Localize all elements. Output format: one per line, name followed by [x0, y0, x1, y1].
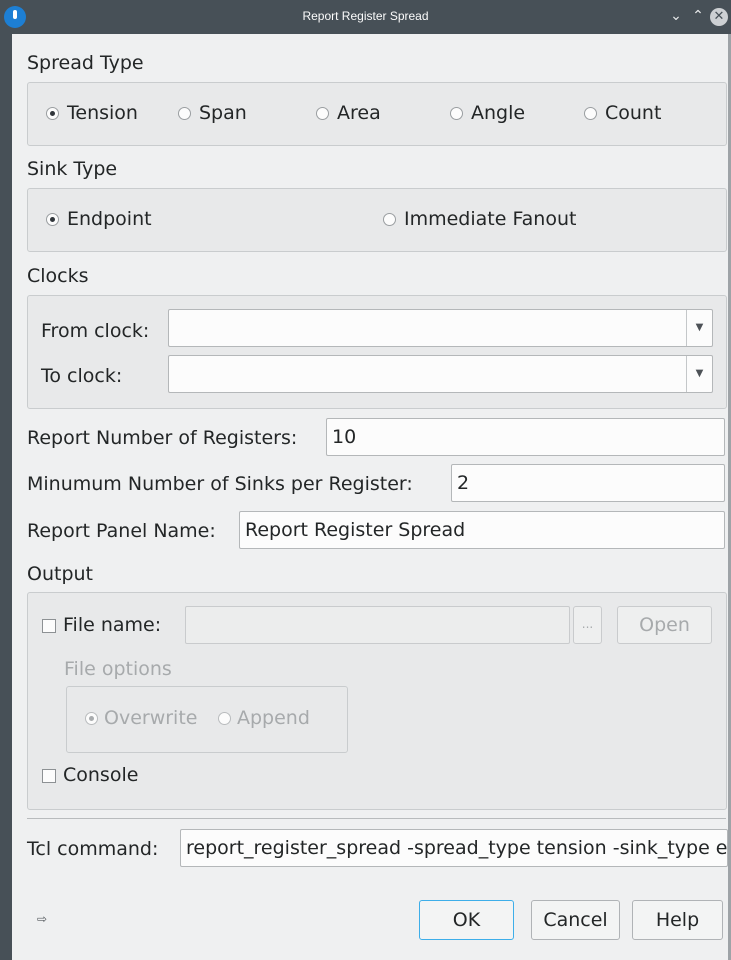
panel-name-input[interactable]: Report Register Spread [239, 511, 725, 549]
spread-type-heading: Spread Type [27, 52, 144, 74]
open-button[interactable]: Open [617, 606, 712, 644]
sink-type-heading: Sink Type [27, 158, 118, 180]
panel-name-label: Report Panel Name: [27, 520, 216, 542]
radio-endpoint[interactable] [46, 213, 59, 226]
report-number-input[interactable]: 10 [326, 418, 725, 456]
radio-append-label[interactable]: Append [237, 707, 310, 729]
output-heading: Output [27, 563, 93, 585]
radio-angle[interactable] [450, 107, 463, 120]
title-bar: Report Register Spread ⌄ ⌃ ✕ [0, 0, 731, 34]
clocks-group: From clock: ▼ To clock: ▼ [27, 295, 727, 409]
output-group: File name: ... Open File options Overwri… [27, 592, 727, 810]
radio-angle-label[interactable]: Angle [471, 102, 525, 124]
tcl-command-input[interactable]: report_register_spread -spread_type tens… [180, 829, 728, 867]
radio-immediate-fanout-label[interactable]: Immediate Fanout [404, 208, 576, 230]
cancel-button[interactable]: Cancel [531, 900, 620, 940]
to-clock-combo[interactable]: ▼ [168, 355, 713, 393]
file-name-label[interactable]: File name: [63, 614, 161, 636]
radio-area[interactable] [316, 107, 329, 120]
radio-overwrite[interactable] [85, 712, 98, 725]
console-checkbox[interactable] [42, 769, 56, 783]
file-name-input[interactable] [185, 606, 570, 644]
radio-count-label[interactable]: Count [605, 102, 661, 124]
radio-count[interactable] [584, 107, 597, 120]
from-clock-combo[interactable]: ▼ [168, 309, 713, 347]
sink-type-group: Endpoint Immediate Fanout [27, 188, 727, 252]
close-icon[interactable]: ✕ [710, 8, 728, 26]
browse-button[interactable]: ... [573, 606, 602, 644]
chevron-down-icon[interactable]: ▼ [686, 356, 712, 392]
clocks-heading: Clocks [27, 265, 89, 287]
min-sinks-input[interactable]: 2 [451, 464, 725, 502]
to-clock-label: To clock: [41, 365, 123, 387]
divider [27, 818, 726, 819]
radio-append[interactable] [218, 712, 231, 725]
radio-span[interactable] [178, 107, 191, 120]
radio-tension[interactable] [46, 107, 59, 120]
radio-immediate-fanout[interactable] [383, 213, 396, 226]
from-clock-label: From clock: [41, 320, 150, 342]
file-options-label: File options [64, 658, 172, 680]
min-sinks-label: Minumum Number of Sinks per Register: [27, 473, 413, 495]
chevron-down-icon[interactable]: ▼ [686, 310, 712, 346]
window-frame-left [0, 34, 12, 960]
console-label[interactable]: Console [63, 764, 138, 786]
pin-icon[interactable]: ⇨ [37, 912, 47, 926]
maximize-icon[interactable]: ⌃ [688, 6, 708, 26]
report-number-label: Report Number of Registers: [27, 427, 298, 449]
radio-overwrite-label[interactable]: Overwrite [104, 707, 197, 729]
spread-type-group: Tension Span Area Angle Count [27, 82, 727, 146]
file-options-group: Overwrite Append [66, 686, 348, 753]
window-title: Report Register Spread [302, 9, 429, 23]
ok-button[interactable]: OK [419, 900, 514, 940]
minimize-icon[interactable]: ⌄ [666, 6, 686, 26]
radio-area-label[interactable]: Area [337, 102, 381, 124]
radio-tension-label[interactable]: Tension [67, 102, 138, 124]
help-button[interactable]: Help [632, 900, 723, 940]
radio-span-label[interactable]: Span [199, 102, 247, 124]
radio-endpoint-label[interactable]: Endpoint [67, 208, 152, 230]
tcl-command-label: Tcl command: [27, 838, 159, 860]
file-name-checkbox[interactable] [42, 619, 56, 633]
